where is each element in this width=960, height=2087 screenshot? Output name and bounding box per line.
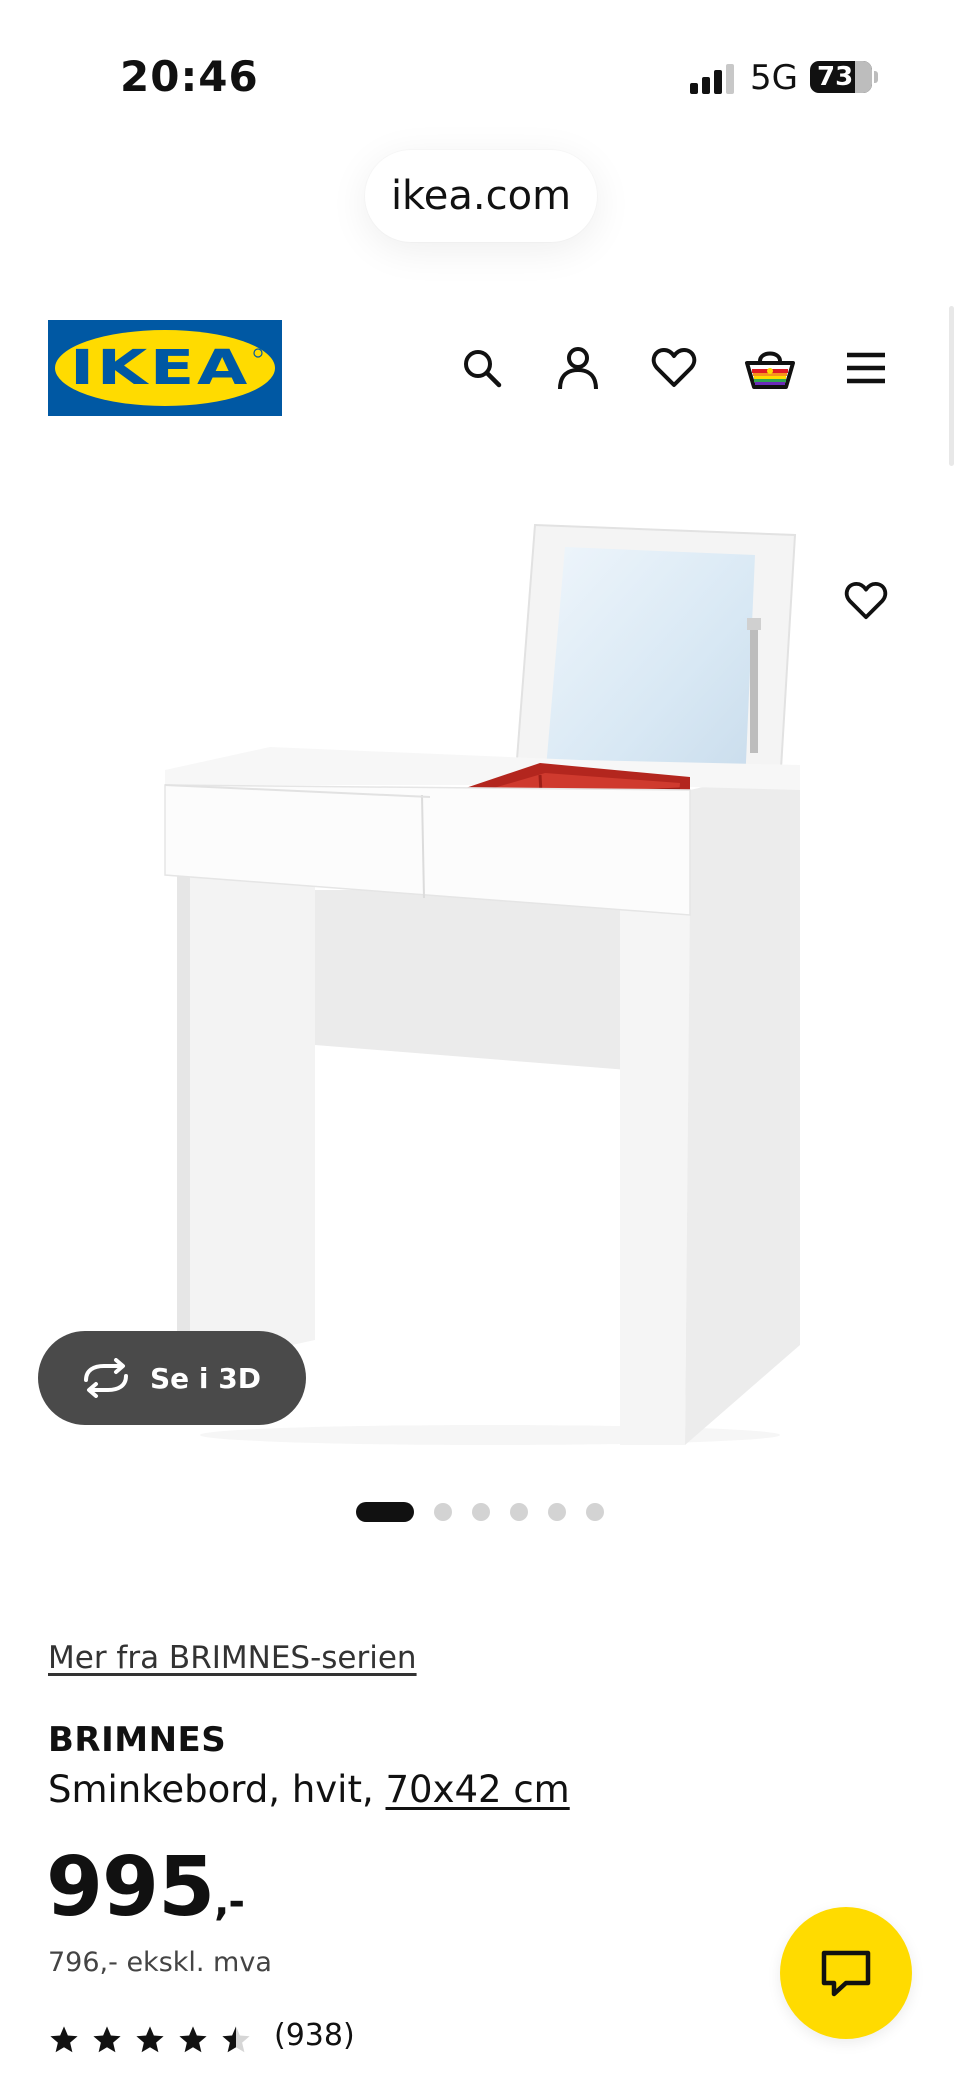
review-count[interactable]: (938) [274, 2018, 355, 2053]
rotate-3d-icon [84, 1358, 128, 1398]
view-in-3d-label: Se i 3D [150, 1361, 261, 1395]
star-icon [179, 2026, 207, 2053]
menu-icon[interactable] [836, 338, 896, 398]
carousel-dot[interactable] [434, 1503, 452, 1521]
carousel-dot[interactable] [472, 1503, 490, 1521]
shopping-basket-icon[interactable] [740, 338, 800, 398]
view-in-3d-button[interactable]: Se i 3D [38, 1331, 306, 1425]
product-price: 995,- [46, 1840, 245, 1935]
series-link[interactable]: Mer fra BRIMNES-serien [48, 1640, 417, 1676]
address-bar[interactable]: ikea.com [365, 150, 597, 242]
heart-icon[interactable] [644, 338, 704, 398]
price-value: 995 [46, 1840, 215, 1935]
product-image[interactable] [150, 515, 810, 1450]
status-time: 20:46 [120, 52, 259, 101]
carousel-dot[interactable] [548, 1503, 566, 1521]
svg-text:IKEA: IKEA [70, 340, 250, 396]
carousel-dot[interactable] [586, 1503, 604, 1521]
half-star-icon [222, 2026, 250, 2053]
signal-strength-icon [690, 64, 734, 94]
star-icon [136, 2026, 164, 2053]
add-to-favourites-button[interactable] [830, 565, 902, 637]
ikea-logo[interactable]: IKEA [48, 320, 282, 416]
star-icon [50, 2026, 78, 2053]
search-icon[interactable] [452, 338, 512, 398]
address-bar-url: ikea.com [390, 173, 572, 219]
battery-icon: 73 [810, 61, 872, 93]
price-suffix: ,- [214, 1879, 245, 1925]
star-icon [93, 2026, 121, 2053]
battery-tip [874, 71, 878, 83]
rating-stars[interactable] [48, 2024, 252, 2056]
network-type: 5G [750, 58, 798, 98]
image-carousel-indicator [356, 1502, 604, 1522]
product-size-link[interactable]: 70x42 cm [386, 1768, 570, 1811]
carousel-dot[interactable] [356, 1502, 414, 1522]
product-description-text: Sminkebord, hvit, [48, 1768, 374, 1811]
chat-button[interactable] [780, 1907, 912, 2039]
carousel-dot[interactable] [510, 1503, 528, 1521]
battery-level: 73 [817, 62, 854, 92]
product-name: BRIMNES [48, 1720, 227, 1760]
scrollbar[interactable] [949, 306, 954, 466]
price-excl-vat: 796,- ekskl. mva [48, 1947, 272, 1978]
product-description: Sminkebord, hvit, 70x42 cm [48, 1768, 570, 1811]
account-icon[interactable] [548, 338, 608, 398]
chat-icon [821, 1950, 871, 1997]
